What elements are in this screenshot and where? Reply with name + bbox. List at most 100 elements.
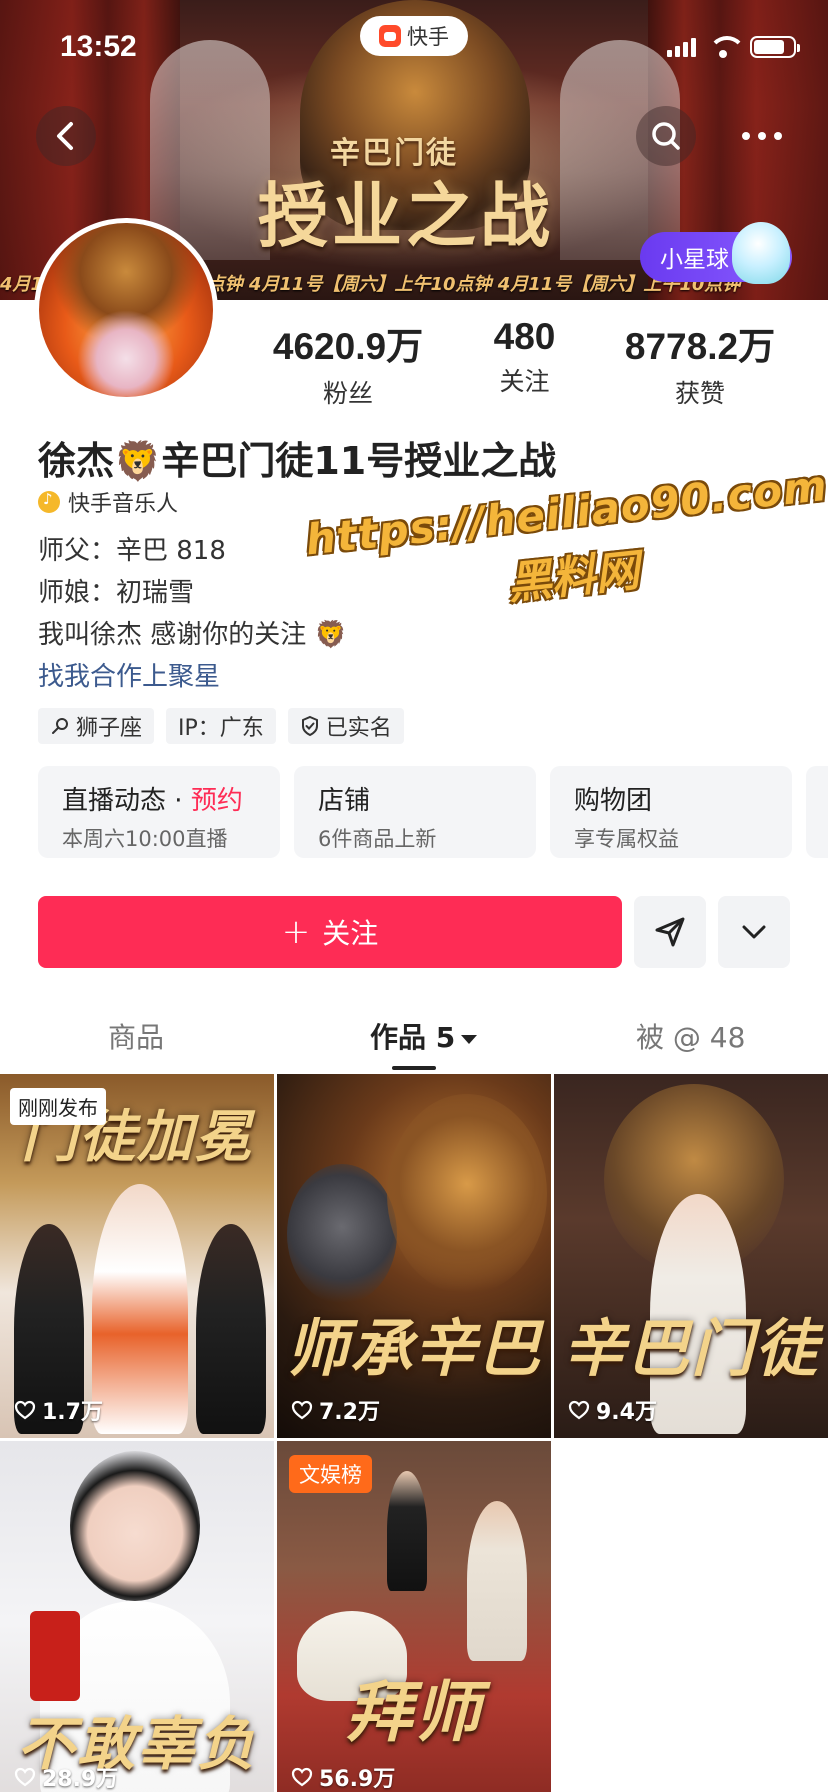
video-likes: 9.4万 <box>568 1394 657 1426</box>
card-shop[interactable]: 店铺 6件商品上新 <box>294 766 536 858</box>
video-caption: 拜师 <box>346 1673 482 1751</box>
certification-label: 快手音乐人 <box>68 492 179 517</box>
chevron-left-icon <box>57 122 73 150</box>
tab-products[interactable]: 商品 <box>108 1016 164 1056</box>
kuaishou-logo-icon <box>379 25 401 47</box>
video-caption: 师承辛巴 <box>285 1312 542 1385</box>
heart-icon <box>14 1767 36 1787</box>
card-live-sep: · <box>166 786 191 816</box>
card-live[interactable]: 直播动态 · 预约 本周六10:00直播 <box>38 766 280 858</box>
video-likes-count: 1.7万 <box>42 1400 103 1425</box>
tag-verified-label: 已实名 <box>325 716 392 741</box>
bio-intro: 我叫徐杰 感谢你的关注 🦁 <box>38 620 347 650</box>
card-live-title: 直播动态 <box>62 786 167 816</box>
wolf-figure <box>287 1164 397 1304</box>
video-likes: 28.9万 <box>14 1761 118 1792</box>
back-button[interactable] <box>36 106 96 166</box>
share-button[interactable] <box>634 896 706 968</box>
planet-badge-label: 小星球 <box>660 247 729 273</box>
stat-following[interactable]: 480 关注 <box>462 316 587 398</box>
send-icon <box>655 917 685 947</box>
woman-figure <box>70 1451 200 1601</box>
stat-likes[interactable]: 8778.2万 获赞 <box>614 316 786 410</box>
video-tile[interactable]: 辛巴门徒 9.4万 <box>554 1074 828 1438</box>
follow-label: 关注 <box>322 917 379 950</box>
man-figure <box>196 1224 266 1434</box>
video-likes-count: 56.9万 <box>319 1767 396 1792</box>
video-tile[interactable]: 不敢辜负 28.9万 <box>0 1441 274 1792</box>
tag-ip[interactable]: IP：广东 <box>166 708 276 744</box>
bio-master: 师父：辛巴 818 <box>38 536 226 566</box>
tag-zodiac[interactable]: 狮子座 <box>38 708 155 744</box>
arch-left <box>150 40 270 260</box>
card-live-sub: 本周六10:00直播 <box>62 827 228 851</box>
rank-badge: 文娱榜 <box>289 1455 372 1493</box>
system-icons <box>667 36 800 58</box>
tab-mentions[interactable]: 被 @ 48 <box>636 1016 745 1056</box>
plus-icon: + <box>281 912 311 952</box>
card-group-title: 购物团 <box>574 786 653 816</box>
lion-figure <box>387 1094 547 1294</box>
video-tile[interactable]: 拜师 文娱榜 56.9万 <box>277 1441 551 1792</box>
tag-verified[interactable]: 已实名 <box>287 708 404 744</box>
video-likes-count: 7.2万 <box>319 1400 380 1425</box>
certification: 快手音乐人 <box>38 486 178 518</box>
video-tile[interactable]: 师承辛巴 7.2万 <box>277 1074 551 1438</box>
heart-icon <box>291 1767 313 1787</box>
stat-following-label: 关注 <box>499 367 550 396</box>
caret-down-icon <box>461 1034 478 1044</box>
follow-button[interactable]: + 关注 <box>38 896 622 968</box>
new-badge: 刚刚发布 <box>10 1088 106 1125</box>
heart-icon <box>291 1400 313 1420</box>
video-likes: 7.2万 <box>291 1394 380 1426</box>
search-icon <box>652 122 680 150</box>
stat-likes-value: 8778.2万 <box>624 326 776 367</box>
card-group[interactable]: 购物团 享专属权益 <box>550 766 792 858</box>
bride-figure <box>92 1184 188 1434</box>
content-tabs: 商品 作品 5 被 @ 48 <box>0 1000 828 1072</box>
card-shop-title: 店铺 <box>318 786 371 816</box>
man-figure <box>387 1471 427 1591</box>
expand-button[interactable] <box>718 896 790 968</box>
video-caption: 辛巴门徒 <box>562 1312 819 1385</box>
music-note-icon <box>38 490 60 513</box>
tab-works[interactable]: 作品 5 <box>370 1016 478 1056</box>
card-live-reserve[interactable]: 预约 <box>191 786 243 816</box>
video-likes-count: 9.4万 <box>596 1400 657 1425</box>
red-envelope <box>30 1611 80 1701</box>
tab-active-indicator <box>392 1066 436 1070</box>
card-group-sub: 享专属权益 <box>574 827 679 851</box>
profile-name: 徐杰🦁辛巴门徒11号授业之战 <box>38 439 557 483</box>
search-button[interactable] <box>636 106 696 166</box>
stat-fans[interactable]: 4620.9万 粉丝 <box>264 316 432 410</box>
shield-check-icon <box>301 715 318 737</box>
tag-row: 狮子座 IP：广东 已实名 <box>38 708 404 744</box>
stat-following-value: 480 <box>493 316 556 357</box>
card-shop-sub: 6件商品上新 <box>318 827 437 851</box>
signal-icon <box>667 37 696 57</box>
stat-likes-label: 获赞 <box>674 379 725 408</box>
stat-fans-label: 粉丝 <box>322 379 373 408</box>
bio-mistress: 师娘：初瑞雪 <box>38 578 195 608</box>
video-likes: 56.9万 <box>291 1761 395 1792</box>
video-likes-count: 28.9万 <box>42 1767 119 1792</box>
card-partial[interactable] <box>806 766 828 858</box>
tag-zodiac-label: 狮子座 <box>76 716 143 741</box>
more-dots-icon <box>742 132 782 140</box>
status-time: 13:52 <box>60 30 137 63</box>
chevron-down-icon <box>742 925 766 939</box>
service-cards: 直播动态 · 预约 本周六10:00直播 店铺 6件商品上新 购物团 享专属权益 <box>38 766 828 858</box>
battery-icon <box>750 36 800 58</box>
tag-ip-label: IP：广东 <box>178 716 264 741</box>
heart-icon <box>568 1400 590 1420</box>
planet-badge[interactable]: 小星球 <box>640 222 792 284</box>
video-tile[interactable]: 门徒加冕 刚刚发布 1.7万 <box>0 1074 274 1438</box>
banner-title-big: 授业之战 <box>258 174 554 257</box>
more-button[interactable] <box>732 106 792 166</box>
app-pill[interactable]: 快手 <box>360 16 468 56</box>
mascot-icon <box>732 222 790 284</box>
wifi-icon <box>708 36 746 58</box>
cooperate-link[interactable]: 找我合作上聚星 <box>38 656 220 693</box>
master-figure <box>467 1501 527 1661</box>
video-likes: 1.7万 <box>14 1394 103 1426</box>
